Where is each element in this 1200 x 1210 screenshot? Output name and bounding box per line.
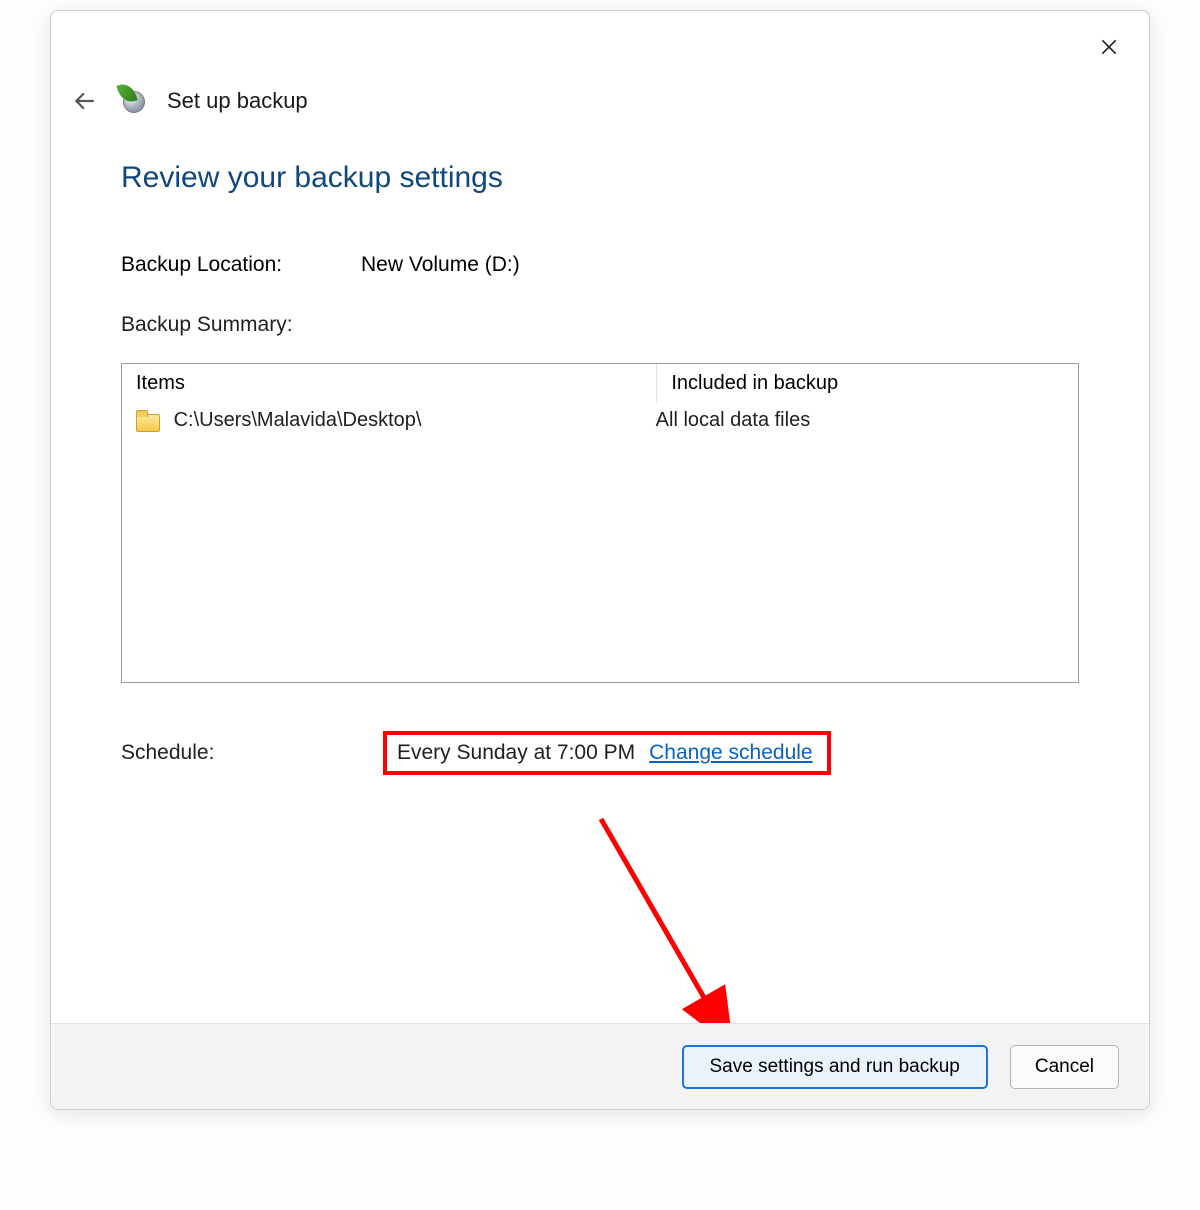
wizard-title: Set up backup — [167, 88, 308, 114]
backup-wizard-icon — [121, 87, 149, 115]
backup-location-label: Backup Location: — [121, 253, 361, 277]
row-item-included: All local data files — [656, 409, 1064, 432]
page-heading: Review your backup settings — [121, 161, 1079, 195]
row-item-path-cell: C:\Users\Malavida\Desktop\ — [136, 409, 656, 432]
schedule-row: Schedule: Every Sunday at 7:00 PM Change… — [121, 731, 1079, 775]
cancel-button[interactable]: Cancel — [1010, 1045, 1119, 1089]
column-header-items[interactable]: Items — [122, 364, 657, 403]
backup-summary-table: Items Included in backup C:\Users\Malavi… — [121, 363, 1079, 683]
table-row[interactable]: C:\Users\Malavida\Desktop\ All local dat… — [122, 403, 1078, 438]
backup-location-row: Backup Location: New Volume (D:) — [121, 253, 1079, 277]
close-icon — [1099, 37, 1119, 57]
wizard-content: Review your backup settings Backup Locat… — [121, 161, 1079, 1013]
folder-icon — [136, 412, 158, 430]
column-header-included[interactable]: Included in backup — [657, 364, 1078, 403]
table-header: Items Included in backup — [122, 364, 1078, 403]
save-and-run-button[interactable]: Save settings and run backup — [682, 1045, 988, 1089]
schedule-label: Schedule: — [121, 741, 383, 765]
backup-location-value: New Volume (D:) — [361, 253, 520, 277]
schedule-value: Every Sunday at 7:00 PM — [397, 741, 635, 765]
wizard-header: Set up backup — [67, 83, 1133, 119]
backup-summary-label: Backup Summary: — [121, 313, 1079, 337]
backup-wizard-window: Set up backup Review your backup setting… — [50, 10, 1150, 1110]
close-button[interactable] — [1089, 27, 1129, 67]
wizard-footer: Save settings and run backup Cancel — [51, 1023, 1149, 1109]
schedule-highlight-annotation: Every Sunday at 7:00 PM Change schedule — [383, 731, 831, 775]
change-schedule-link[interactable]: Change schedule — [649, 741, 812, 765]
back-arrow-icon — [72, 88, 98, 114]
row-item-path: C:\Users\Malavida\Desktop\ — [174, 409, 422, 431]
back-button[interactable] — [67, 83, 103, 119]
